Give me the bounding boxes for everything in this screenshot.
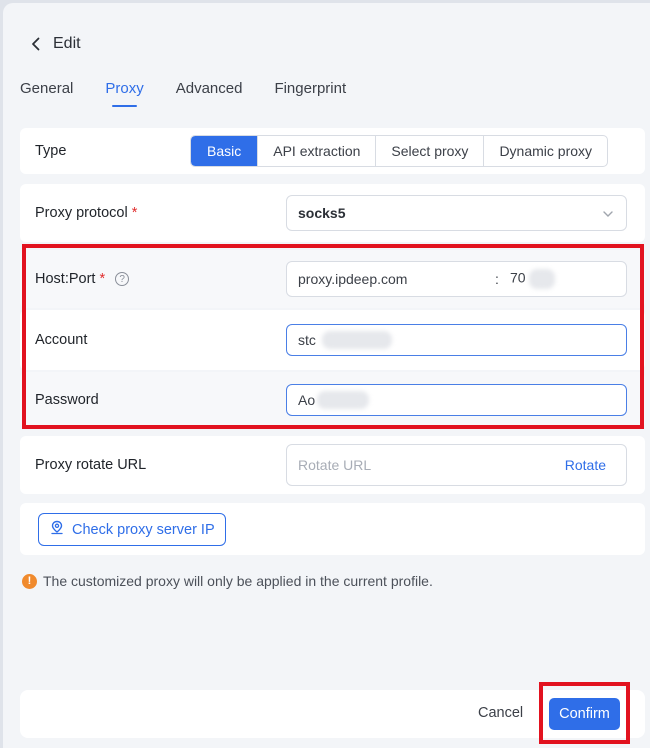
host-value: proxy.ipdeep.com [298, 271, 408, 287]
cancel-button[interactable]: Cancel [478, 705, 523, 721]
required-mark: * [131, 205, 138, 221]
port-value: 70 [510, 269, 526, 286]
type-row: Type Basic API extraction Select proxy D… [20, 128, 645, 174]
rotate-url-placeholder: Rotate URL [298, 457, 372, 473]
password-label: Password [35, 392, 99, 408]
password-value: Ao [298, 392, 316, 408]
redacted-blur [529, 269, 556, 289]
account-input[interactable]: stc [286, 324, 627, 356]
tab-advanced[interactable]: Advanced [176, 80, 243, 107]
port-input[interactable]: 70 [510, 269, 556, 289]
type-option-dynamic-proxy[interactable]: Dynamic proxy [484, 136, 607, 166]
help-icon[interactable]: ? [115, 272, 130, 286]
required-mark: * [99, 271, 106, 287]
chevron-down-icon [602, 207, 614, 223]
type-option-api-extraction[interactable]: API extraction [258, 136, 377, 166]
protocol-select[interactable]: socks5 [286, 195, 627, 231]
host-port-row: Host:Port * ? proxy.ipdeep.com : 70 [20, 250, 645, 308]
password-row: Password Ao [20, 372, 645, 428]
protocol-label-text: Proxy protocol [35, 205, 128, 221]
type-option-select-proxy[interactable]: Select proxy [376, 136, 485, 166]
rotate-link[interactable]: Rotate [565, 457, 606, 473]
confirm-button[interactable]: Confirm [549, 698, 620, 730]
host-port-label: Host:Port * ? [35, 271, 130, 287]
type-option-basic[interactable]: Basic [191, 136, 259, 166]
host-port-label-text: Host:Port [35, 271, 96, 287]
note-text: The customized proxy will only be applie… [43, 573, 433, 589]
check-proxy-button[interactable]: Check proxy server IP [38, 513, 226, 546]
type-label: Type [35, 143, 67, 159]
chevron-left-icon[interactable] [31, 37, 41, 51]
protocol-label: Proxy protocol * [35, 205, 137, 221]
header: Edit [31, 33, 81, 55]
rotate-url-input[interactable]: Rotate URL Rotate [286, 444, 627, 486]
location-pin-icon [50, 520, 64, 539]
rotate-url-row: Proxy rotate URL Rotate URL Rotate [20, 436, 645, 494]
account-value: stc [298, 332, 316, 348]
account-row: Account stc [20, 310, 645, 370]
protocol-row: Proxy protocol * socks5 [20, 184, 645, 242]
host-port-separator: : [495, 271, 499, 287]
redacted-blur [317, 391, 370, 409]
password-input[interactable]: Ao [286, 384, 627, 416]
host-input[interactable]: proxy.ipdeep.com : 70 [286, 261, 627, 297]
tab-bar: General Proxy Advanced Fingerprint [20, 80, 346, 107]
tab-fingerprint[interactable]: Fingerprint [274, 80, 346, 107]
tab-general[interactable]: General [20, 80, 73, 107]
protocol-value: socks5 [298, 205, 346, 221]
page-title: Edit [53, 35, 81, 52]
redacted-blur [321, 331, 392, 349]
warning-icon: ! [22, 573, 37, 589]
info-note: ! The customized proxy will only be appl… [22, 573, 433, 589]
check-proxy-label: Check proxy server IP [72, 521, 215, 538]
rotate-url-label: Proxy rotate URL [35, 457, 147, 473]
type-segmented-control: Basic API extraction Select proxy Dynami… [190, 135, 609, 167]
tab-proxy[interactable]: Proxy [105, 80, 144, 107]
account-label: Account [35, 332, 88, 348]
